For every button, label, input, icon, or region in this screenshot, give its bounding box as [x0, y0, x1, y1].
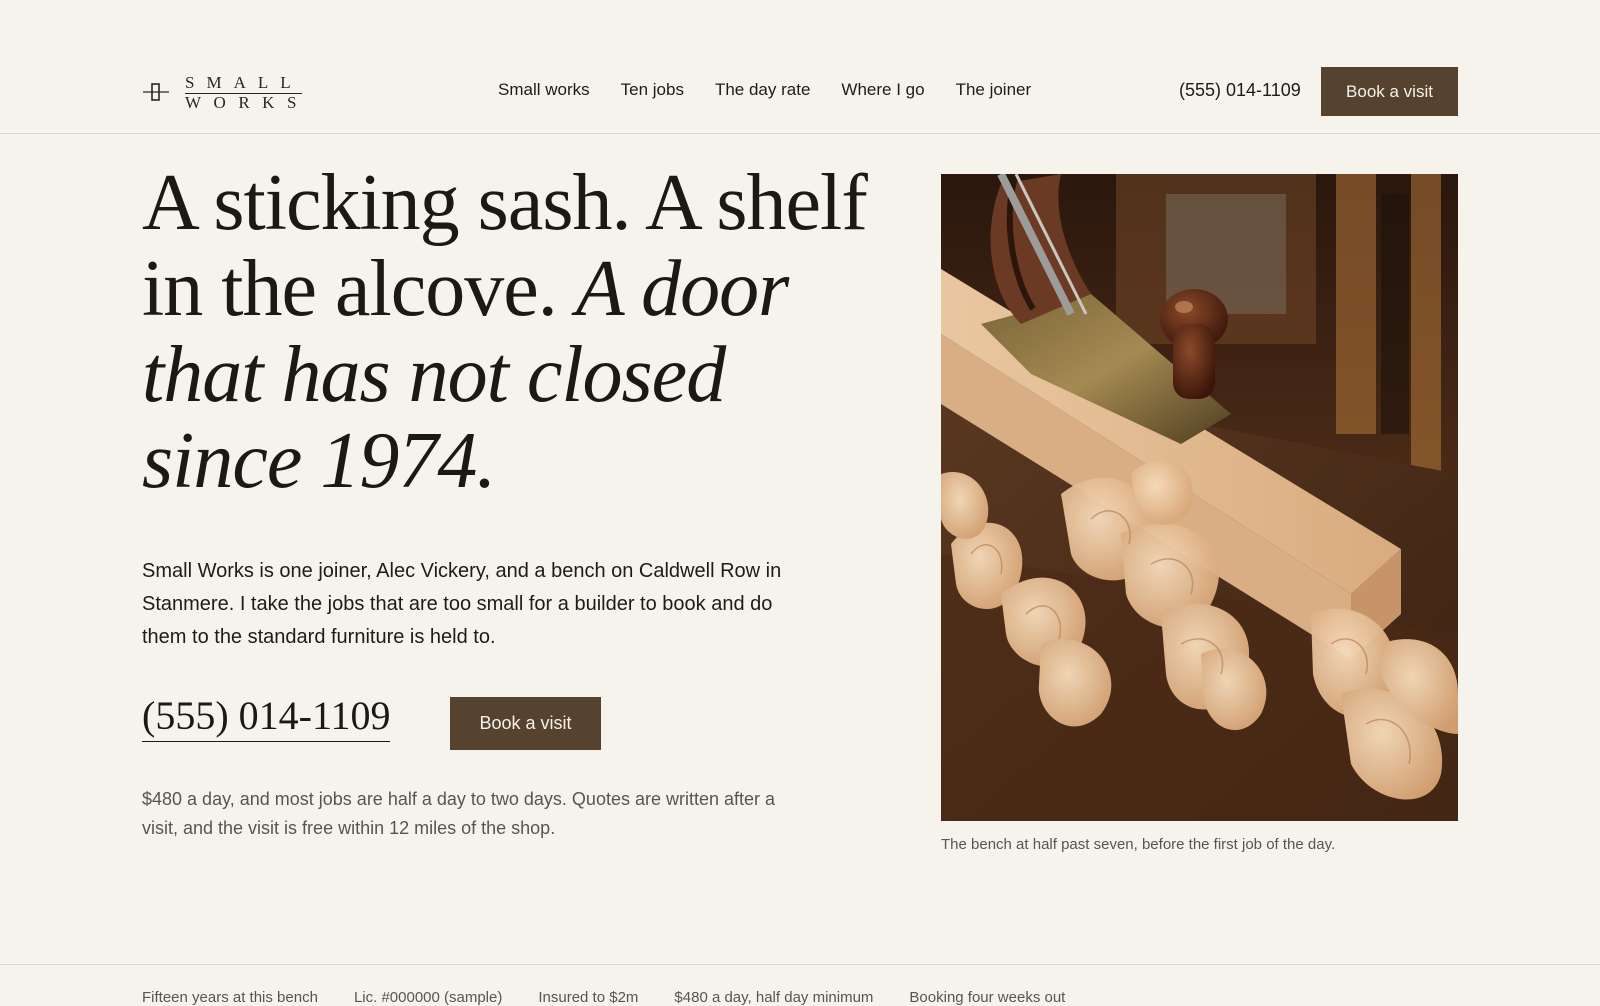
credential-item: Booking four weeks out — [909, 989, 1066, 1006]
hero-intro: Small Works is one joiner, Alec Vickery,… — [142, 560, 782, 648]
main-nav: Small works Ten jobs The day rate Where … — [498, 80, 1062, 100]
brand-line-1: SMALL — [185, 73, 303, 92]
brand-logo[interactable]: SMALL WORKS — [143, 73, 303, 113]
credential-item: Fifteen years at this bench — [142, 989, 318, 1006]
hero-phone-link[interactable]: (555) 014-1109 — [142, 693, 391, 742]
credential-item: Insured to $2m — [538, 989, 639, 1006]
hero-rate-note: $480 a day, and most jobs are half a day… — [142, 789, 776, 838]
brand-line-2: WORKS — [185, 93, 309, 112]
site-header: SMALL WORKS Small works Ten jobs The day… — [0, 0, 1600, 134]
credential-item: $480 a day, half day minimum — [674, 989, 874, 1006]
credential-item: Lic. #000000 (sample) — [353, 989, 503, 1006]
hero-headline: A sticking sash. A shelf in the alcove. … — [142, 160, 902, 504]
header-book-visit-button[interactable]: Book a visit — [1321, 67, 1458, 116]
workbench-photo — [941, 174, 1458, 821]
header-phone-link[interactable]: (555) 014-1109 — [1179, 80, 1301, 101]
nav-item-the-joiner[interactable]: The joiner — [956, 80, 1032, 100]
nav-item-day-rate[interactable]: The day rate — [715, 80, 810, 100]
nav-item-small-works[interactable]: Small works — [498, 80, 590, 100]
hero-book-visit-button[interactable]: Book a visit — [450, 697, 601, 750]
photo-caption: The bench at half past seven, before the… — [941, 836, 1336, 853]
workbench-photo-illustration — [941, 174, 1458, 821]
nav-item-where-i-go[interactable]: Where I go — [841, 80, 924, 100]
nav-item-ten-jobs[interactable]: Ten jobs — [621, 80, 684, 100]
credentials-list: Fifteen years at this bench Lic. #000000… — [142, 989, 1101, 1006]
plane-mark-icon — [143, 83, 169, 101]
credentials-strip: Fifteen years at this bench Lic. #000000… — [0, 964, 1600, 1006]
